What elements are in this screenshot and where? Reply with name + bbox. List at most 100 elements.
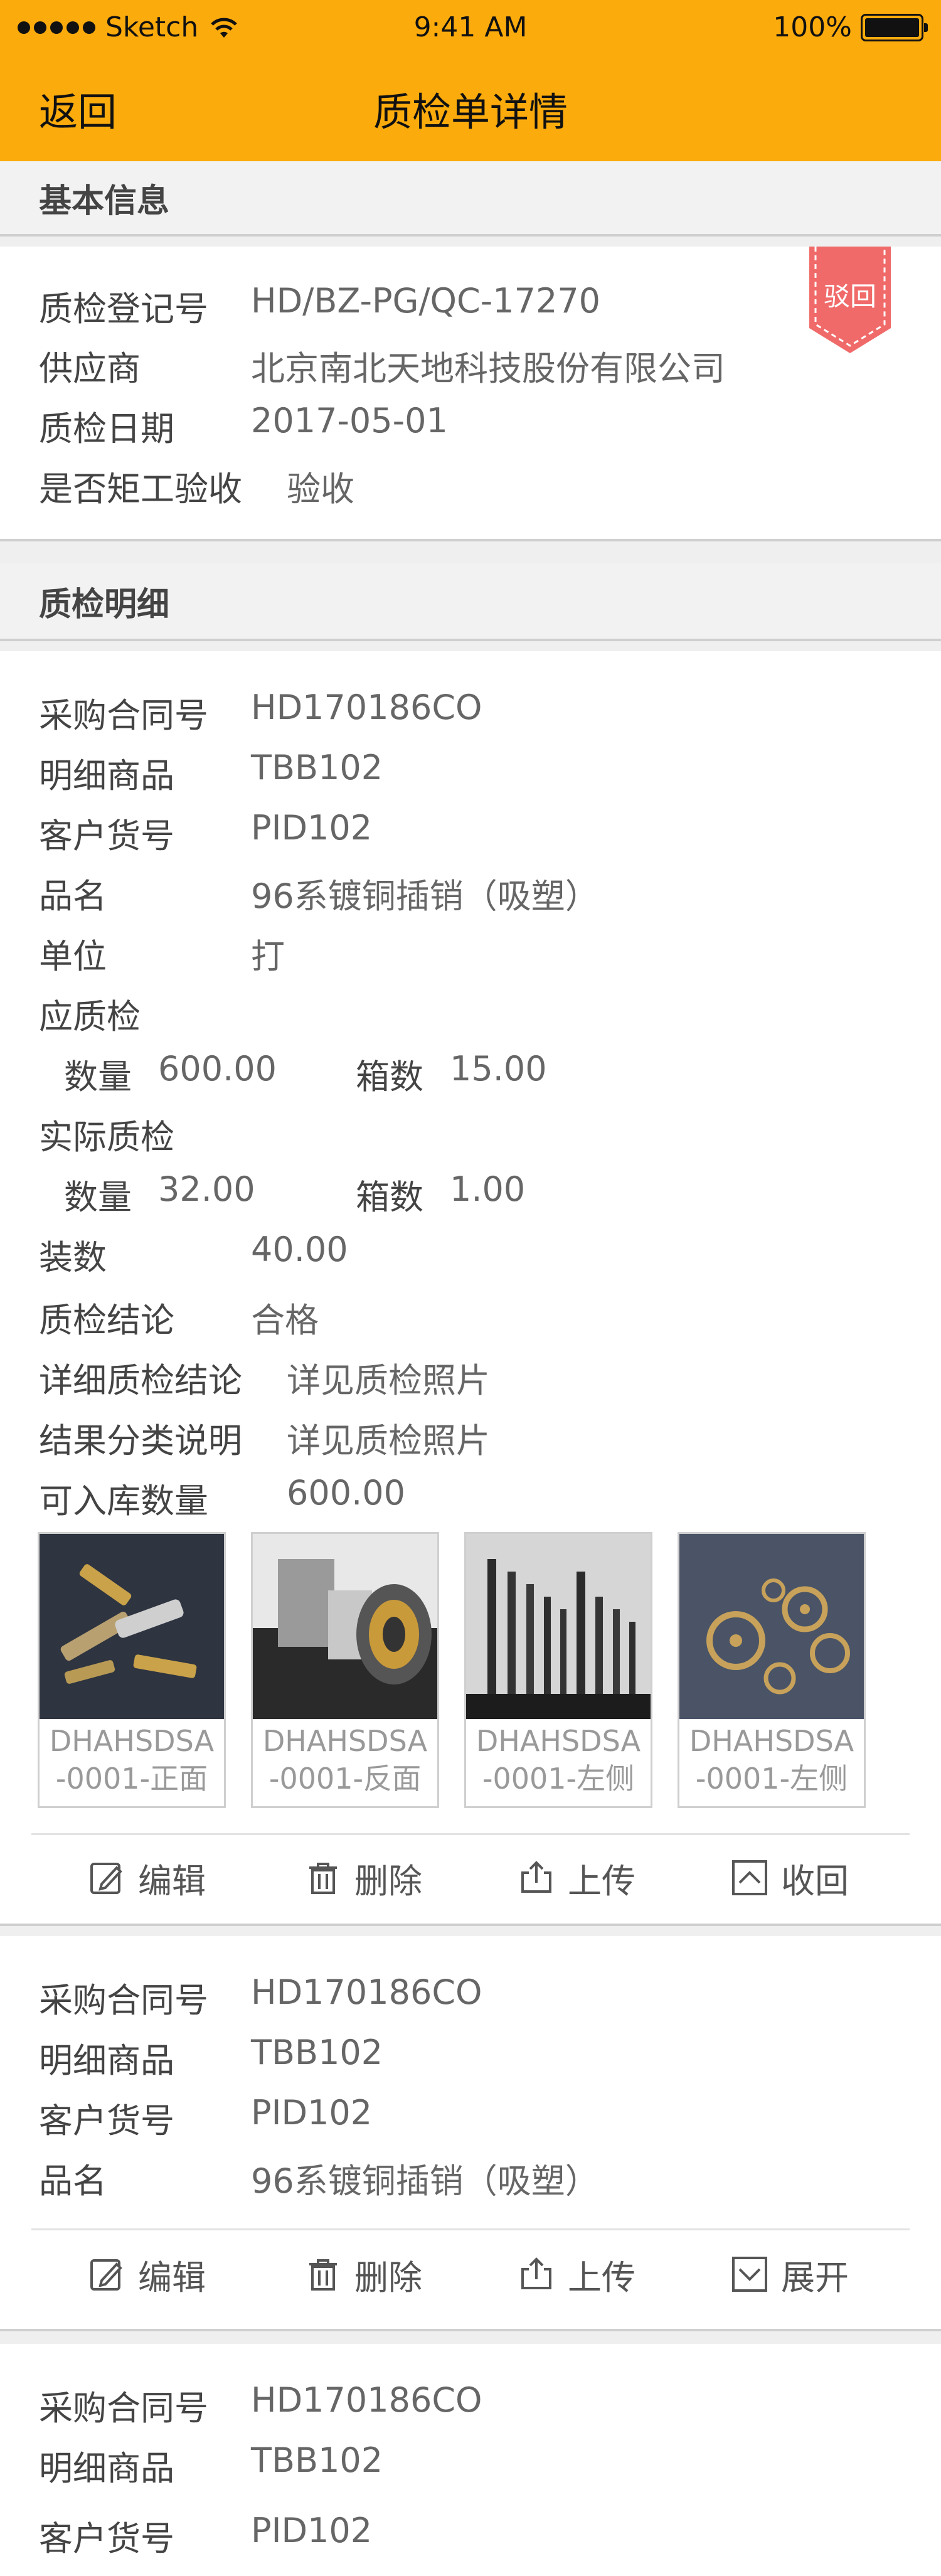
field-label: 结果分类说明	[39, 1421, 242, 1461]
drill-set-photo	[466, 1534, 651, 1719]
chevron-down-icon	[732, 2257, 767, 2292]
collapse-button[interactable]: 收回	[731, 1837, 849, 1919]
photo-caption-line: -0001-正面	[55, 1762, 208, 1796]
photo-caption-line: DHAHSDSA	[476, 1724, 641, 1758]
upload-icon	[521, 2257, 551, 2289]
delete-button[interactable]: 删除	[304, 1837, 422, 1919]
row-should-qty: 数量 600.00 箱数 15.00	[64, 1049, 547, 1099]
field-label: 采购合同号	[39, 1981, 208, 2020]
row-contract: 采购合同号 HD170186CO	[39, 2380, 482, 2430]
chevron-up-icon	[732, 1860, 767, 1895]
header-bar: Sketch 9:41 AM 100% 返回 质检单详情	[0, 0, 941, 161]
field-label: 客户货号	[39, 2519, 174, 2558]
field-value: TBB102	[251, 748, 383, 787]
field-value: 40.00	[251, 1230, 348, 1269]
edit-button[interactable]: 编辑	[88, 1837, 206, 1919]
row-pack: 装数 40.00	[39, 1230, 348, 1279]
field-label: 客户货号	[39, 2101, 174, 2141]
detail-item-1: 采购合同号 HD170186CO 明细商品 TBB102 客户货号 PID102…	[0, 651, 941, 1297]
field-label: 实际质检	[39, 1117, 174, 1157]
status-right: 100%	[773, 11, 928, 43]
field-value: 15.00	[450, 1049, 547, 1088]
field-value: PID102	[251, 2511, 373, 2550]
upload-icon	[521, 1861, 551, 1893]
section-title-basic-info: 基本信息	[0, 161, 941, 237]
info-row-register-no: 质检登记号 HD/BZ-PG/QC-17270	[39, 281, 600, 331]
photo-caption-line: DHAHSDSA	[262, 1724, 428, 1758]
info-label: 质检日期	[39, 409, 174, 449]
photo-caption: DHAHSDSA -0001-左侧	[466, 1722, 651, 1797]
info-row-acceptance: 是否矩工验收 验收	[39, 461, 354, 511]
photo-caption-line: DHAHSDSA	[689, 1724, 854, 1758]
battery-icon	[861, 13, 928, 41]
info-row-supplier: 供应商 北京南北天地科技股份有限公司	[39, 341, 725, 390]
photo-thumbnail[interactable]: DHAHSDSA -0001-左侧	[678, 1532, 866, 1808]
delete-button[interactable]: 删除	[304, 2233, 422, 2315]
collapse-label: 收回	[781, 1861, 849, 1901]
upload-label: 上传	[568, 1861, 635, 1901]
upload-button[interactable]: 上传	[518, 2233, 635, 2315]
info-value: 北京南北天地科技股份有限公司	[251, 349, 725, 388]
row-conclusion: 质检结论 合格	[39, 1292, 319, 1342]
field-label: 装数	[39, 1238, 107, 1277]
field-label: 箱数	[356, 1178, 423, 1217]
row-storable: 可入库数量 600.00	[39, 1473, 405, 1523]
photo-thumbnail[interactable]: DHAHSDSA -0001-左侧	[464, 1532, 652, 1808]
field-value: PID102	[251, 2093, 373, 2132]
field-value: 96系镀铜插销（吸塑）	[251, 2161, 599, 2201]
field-value: 32.00	[158, 1169, 255, 1209]
field-label: 明细商品	[39, 756, 174, 796]
item-1-actions: 编辑 删除 上传 收回	[0, 1837, 941, 1919]
photo-caption-line: -0001-左侧	[482, 1762, 635, 1796]
row-contract: 采购合同号 HD170186CO	[39, 1972, 482, 2022]
trash-icon	[309, 1863, 337, 1894]
info-label: 质检登记号	[39, 289, 208, 329]
field-label: 单位	[39, 937, 107, 976]
info-label: 是否矩工验收	[39, 469, 242, 509]
field-label: 详细质检结论	[39, 1361, 242, 1400]
field-value: 600.00	[287, 1473, 405, 1513]
row-customer-no: 客户货号 PID102	[39, 2511, 372, 2560]
divider	[31, 1833, 910, 1835]
field-label: 箱数	[356, 1057, 423, 1097]
field-value: 详见质检照片	[287, 1361, 490, 1400]
divider	[31, 2228, 910, 2230]
field-value: HD170186CO	[251, 2380, 482, 2420]
photo-thumbnail[interactable]: DHAHSDSA -0001-正面	[38, 1532, 226, 1808]
upload-button[interactable]: 上传	[518, 1837, 635, 1919]
field-label: 可入库数量	[39, 1481, 208, 1521]
photo-caption: DHAHSDSA -0001-反面	[253, 1722, 437, 1797]
edit-icon	[90, 2259, 122, 2291]
field-label: 质检结论	[39, 1301, 174, 1340]
row-product-name: 品名 96系镀铜插销（吸塑）	[39, 868, 599, 918]
row-actual-qty: 数量 32.00 箱数 1.00	[64, 1169, 525, 1219]
edit-button[interactable]: 编辑	[88, 2233, 206, 2315]
info-row-date: 质检日期 2017-05-01	[39, 401, 448, 450]
trash-icon	[309, 2259, 337, 2291]
photo-thumbnail[interactable]: DHAHSDSA -0001-反面	[251, 1532, 439, 1808]
field-value: TBB102	[251, 2033, 383, 2072]
row-should-inspect: 应质检	[39, 989, 141, 1038]
field-label: 品名	[39, 2161, 107, 2201]
field-value: 详见质检照片	[287, 1421, 490, 1461]
row-customer-no: 客户货号 PID102	[39, 808, 372, 858]
field-value: 合格	[251, 1301, 319, 1340]
field-label: 采购合同号	[39, 696, 208, 735]
field-label: 数量	[64, 1057, 132, 1097]
page-title: 质检单详情	[373, 89, 568, 135]
field-label: 客户货号	[39, 816, 174, 856]
photo-caption: DHAHSDSA -0001-正面	[40, 1722, 224, 1797]
field-value: TBB102	[251, 2440, 383, 2480]
edit-icon	[90, 1863, 122, 1894]
item-2-actions: 编辑 删除 上传 展开	[0, 2233, 941, 2315]
edit-label: 编辑	[138, 2257, 206, 2297]
detail-item-2: 采购合同号 HD170186CO 明细商品 TBB102 客户货号 PID102…	[0, 1936, 941, 2331]
info-value: 2017-05-01	[251, 401, 448, 440]
section-title-detail: 质检明细	[0, 563, 941, 641]
delete-label: 删除	[354, 1861, 422, 1901]
photo-caption-line: -0001-反面	[268, 1762, 422, 1796]
row-result: 结果分类说明 详见质检照片	[39, 1413, 490, 1462]
row-detail-conclusion: 详细质检结论 详见质检照片	[39, 1353, 490, 1402]
edit-label: 编辑	[138, 1861, 206, 1901]
expand-button[interactable]: 展开	[731, 2233, 849, 2315]
